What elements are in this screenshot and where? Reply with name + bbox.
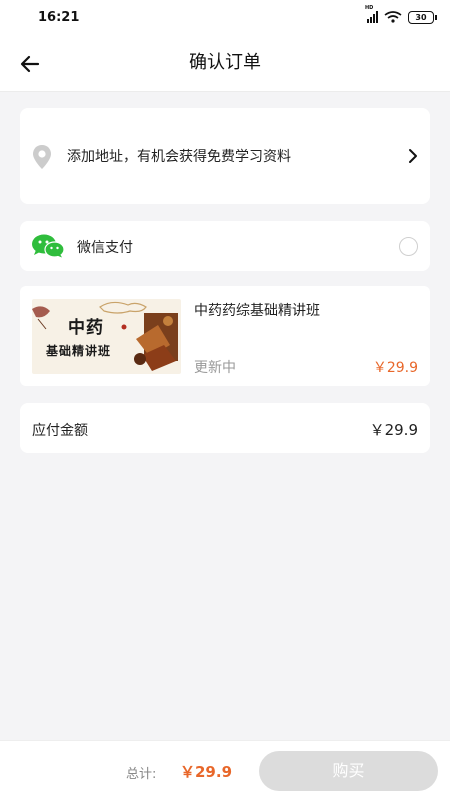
battery-icon: 30 bbox=[408, 10, 437, 24]
checkout-bar: 总计: ￥29.9 购买 bbox=[0, 740, 450, 800]
course-status: 更新中 bbox=[194, 360, 236, 376]
amount-payable-value: ￥29.9 bbox=[369, 421, 418, 439]
wifi-icon bbox=[384, 11, 402, 23]
course-thumbnail-title-line1: 中药 bbox=[68, 318, 104, 338]
location-pin-icon bbox=[33, 145, 51, 169]
course-item[interactable]: 中药 基础精讲班 中药药综基础精讲班 更新中 ￥29.9 bbox=[20, 286, 430, 386]
network-label: HD bbox=[365, 5, 374, 11]
add-address-label: 添加地址，有机会获得免费学习资料 bbox=[67, 149, 291, 165]
total-label: 总计: bbox=[126, 767, 157, 782]
course-title: 中药药综基础精讲班 bbox=[194, 303, 320, 319]
payment-method-label: 微信支付 bbox=[77, 240, 133, 256]
payment-radio[interactable] bbox=[399, 237, 418, 256]
chevron-right-icon bbox=[409, 149, 417, 163]
buy-button[interactable]: 购买 bbox=[259, 751, 438, 791]
total-value: ￥29.9 bbox=[180, 763, 233, 781]
payment-method-card[interactable]: 微信支付 bbox=[20, 221, 430, 271]
add-address-card[interactable]: 添加地址，有机会获得免费学习资料 bbox=[20, 108, 430, 204]
course-thumbnail: 中药 基础精讲班 bbox=[32, 299, 181, 374]
status-icons: HD 30 bbox=[365, 5, 437, 24]
arrow-left-icon[interactable] bbox=[16, 50, 44, 78]
amount-payable-label: 应付金额 bbox=[32, 423, 88, 439]
battery-level: 30 bbox=[415, 12, 427, 22]
nav-bar: 确认订单 bbox=[0, 34, 450, 92]
course-thumbnail-art bbox=[32, 299, 181, 374]
status-time: 16:21 bbox=[38, 9, 80, 25]
page-title: 确认订单 bbox=[189, 52, 261, 73]
status-bar: 16:21 HD 30 bbox=[0, 0, 450, 34]
course-thumbnail-title-line2: 基础精讲班 bbox=[46, 344, 112, 358]
amount-payable-card: 应付金额 ￥29.9 bbox=[20, 403, 430, 453]
course-price: ￥29.9 bbox=[372, 360, 418, 376]
wechat-icon bbox=[32, 234, 65, 258]
signal-icon: HD bbox=[365, 5, 378, 23]
